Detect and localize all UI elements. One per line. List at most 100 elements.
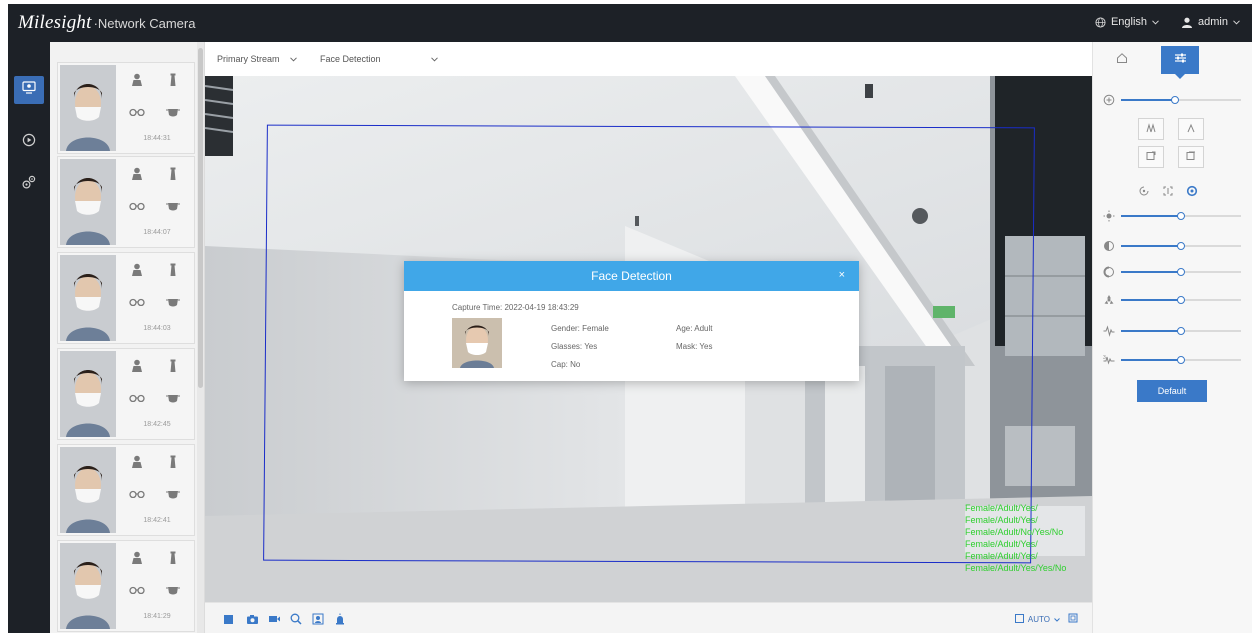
brand: Milesight ·Network Camera — [18, 12, 195, 34]
slider-knob[interactable] — [1177, 242, 1185, 250]
glasses-icon — [128, 389, 146, 407]
tab-pointer — [1175, 74, 1185, 79]
user-menu[interactable]: admin — [1181, 16, 1240, 28]
adjust-slider[interactable] — [1121, 266, 1241, 278]
tab-ptz-home[interactable] — [1103, 46, 1141, 74]
person-icon — [128, 453, 146, 471]
nav-live-view[interactable] — [14, 76, 44, 104]
brand-logo: Milesight — [18, 12, 92, 33]
capture-scrollbar[interactable] — [197, 42, 204, 633]
video-toolbar: Primary Stream Face Detection — [205, 42, 1092, 76]
adjust-slider-row — [1101, 238, 1247, 254]
app-window: Milesight ·Network Camera English admin — [0, 0, 1252, 633]
language-selector[interactable]: English — [1095, 16, 1159, 28]
mask-icon — [164, 293, 182, 311]
iris-close-button[interactable] — [1178, 146, 1204, 168]
person-icon — [128, 165, 146, 183]
osd-line: Female/Adult/Yes/ — [965, 503, 1038, 513]
slider-fill — [1121, 215, 1181, 217]
scrollbar-thumb[interactable] — [198, 48, 203, 388]
focus-far-button[interactable] — [1138, 118, 1164, 140]
focus-near-button[interactable] — [1178, 118, 1204, 140]
glasses-attr: Glasses: Yes — [551, 342, 598, 351]
display-mode-select[interactable]: AUTO — [1014, 613, 1078, 625]
captured-face-image — [452, 318, 502, 368]
sharpness-icon — [1101, 293, 1117, 307]
adjust-slider[interactable] — [1121, 210, 1241, 222]
slider-fill — [1121, 271, 1181, 273]
glasses-icon — [128, 293, 146, 311]
slider-fill — [1121, 330, 1181, 332]
svg-text:3: 3 — [1103, 355, 1106, 361]
face-detect-icon[interactable] — [311, 612, 325, 626]
slider-knob[interactable] — [1177, 212, 1185, 220]
age-icon — [164, 549, 182, 567]
glasses-icon — [128, 485, 146, 503]
record-icon[interactable] — [267, 612, 281, 626]
adjust-slider-row: 3 — [1101, 352, 1247, 368]
slider-knob[interactable] — [1171, 96, 1179, 104]
adjust-icon — [1174, 51, 1187, 69]
noise-icon — [1101, 324, 1117, 338]
one-push-focus-icon[interactable] — [1137, 184, 1151, 198]
zoom-slider[interactable] — [1121, 94, 1241, 106]
capture-card[interactable]: 18:42:45 — [57, 348, 195, 440]
video-bottom-bar: AUTO — [205, 602, 1092, 633]
live-view-icon — [22, 81, 36, 99]
stream-select-label: Primary Stream — [217, 54, 280, 64]
chevron-down-icon — [289, 54, 297, 64]
capture-card[interactable]: 18:44:07 — [57, 156, 195, 248]
face-thumbnail — [60, 447, 116, 533]
close-icon[interactable]: × — [839, 269, 845, 281]
attribute-icons — [124, 547, 190, 607]
slider-knob[interactable] — [1177, 268, 1185, 276]
tab-image-adjust[interactable] — [1161, 46, 1199, 74]
stream-select[interactable]: Primary Stream — [217, 54, 297, 64]
brightness-icon — [1101, 209, 1117, 223]
osd-line: Female/Adult/Yes/Yes/No — [965, 563, 1067, 573]
default-button[interactable]: Default — [1137, 380, 1207, 402]
slider-knob[interactable] — [1177, 296, 1185, 304]
capture-card[interactable]: 18:42:41 — [57, 444, 195, 536]
adjust-slider[interactable] — [1121, 240, 1241, 252]
nav-settings[interactable] — [14, 170, 44, 198]
adjust-slider-row — [1101, 323, 1247, 339]
mask-attr: Mask: Yes — [676, 342, 713, 351]
nav-playback[interactable] — [14, 128, 44, 156]
brand-product: ·Network Camera — [93, 16, 196, 31]
capture-card[interactable]: 18:44:31 — [57, 62, 195, 154]
age-icon — [164, 357, 182, 375]
iris-open-button[interactable] — [1138, 146, 1164, 168]
lens-init-icon[interactable] — [1161, 184, 1175, 198]
image-settings-icon[interactable] — [1185, 184, 1199, 198]
slider-fill — [1121, 245, 1181, 247]
user-label: admin — [1198, 16, 1228, 28]
alarm-icon[interactable] — [333, 612, 347, 626]
dialog-title: Face Detection — [591, 269, 672, 283]
mode-select[interactable]: Face Detection — [320, 54, 438, 64]
slider-knob[interactable] — [1177, 356, 1185, 364]
saturation-icon — [1101, 265, 1117, 279]
display-mode-label: AUTO — [1027, 614, 1050, 624]
focus-far-icon — [1145, 120, 1157, 138]
capture-card[interactable]: 18:44:03 — [57, 252, 195, 344]
zoom-icon[interactable] — [289, 612, 303, 626]
osd-line: Female/Adult/No/Yes/No — [965, 527, 1064, 537]
osd-line: Female/Adult/Yes/ — [965, 515, 1038, 525]
slider-fill — [1121, 359, 1181, 361]
adjust-slider-row — [1101, 292, 1247, 308]
capture-time: 18:44:07 — [143, 229, 171, 236]
fullscreen-icon[interactable] — [1068, 613, 1078, 625]
language-label: English — [1110, 16, 1148, 28]
slider-knob[interactable] — [1177, 327, 1185, 335]
person-icon — [128, 71, 146, 89]
stop-icon[interactable] — [221, 612, 235, 626]
playback-icon — [22, 133, 36, 152]
capture-list[interactable]: 18:44:31 18:44:07 18:44:03 18:42:45 18:4… — [50, 42, 205, 633]
adjust-slider[interactable] — [1121, 294, 1241, 306]
snapshot-icon[interactable] — [245, 612, 259, 626]
osd-overlay: Female/Adult/Yes/Female/Adult/Yes/Female… — [965, 502, 1066, 574]
adjust-slider[interactable] — [1121, 325, 1241, 337]
adjust-slider[interactable] — [1121, 354, 1241, 366]
capture-card[interactable]: 18:41:29 — [57, 540, 195, 632]
